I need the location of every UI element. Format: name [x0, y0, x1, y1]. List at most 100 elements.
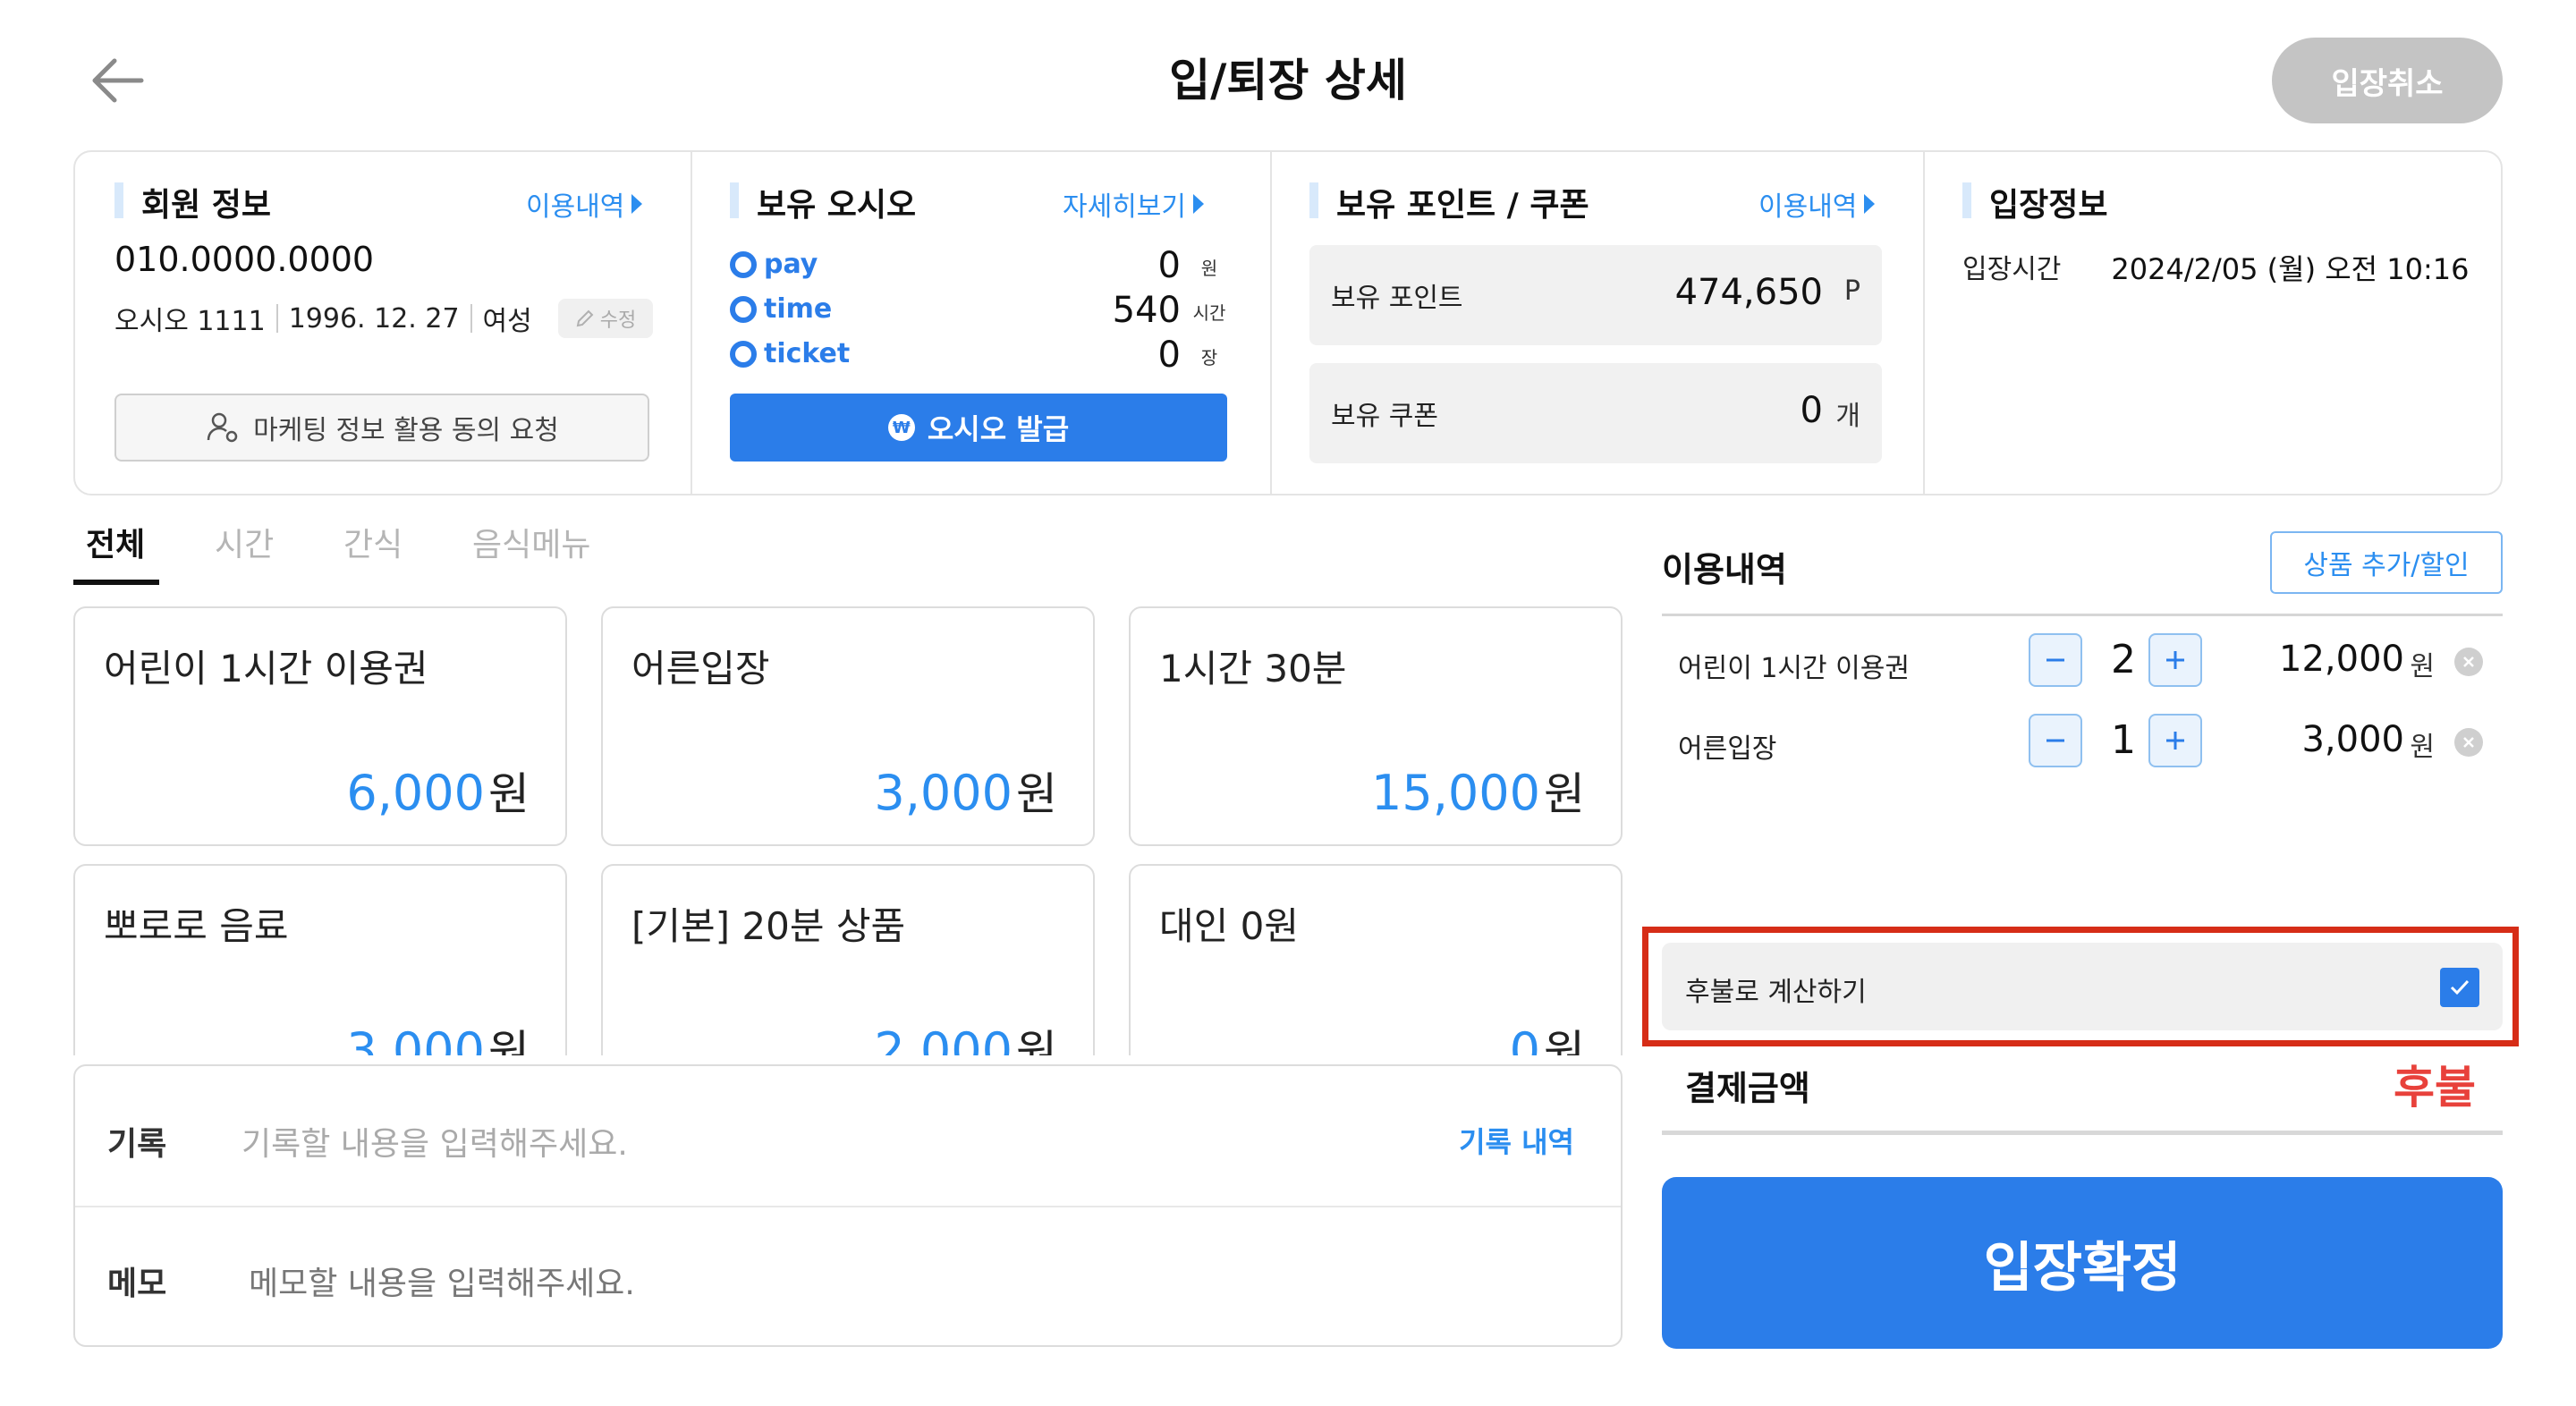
points-section: 보유 포인트 / 쿠폰 이용내역 보유 포인트 474,650 P 보유 쿠폰 … [1270, 152, 1923, 494]
payment-divider [1662, 1131, 2503, 1135]
info-panel: 회원 정보 이용내역 010.0000.0000 오시오 1111 1996. … [73, 150, 2503, 495]
triangle-right-icon [1864, 194, 1876, 214]
record-history-link[interactable]: 기록 내역 [1459, 1120, 1574, 1161]
product-name: 뽀로로 음료 [104, 904, 289, 948]
point-unit: P [1843, 275, 1860, 307]
product-price: 3,000 [346, 1022, 485, 1055]
product-card[interactable]: 대인 0원 0원 [1129, 864, 1623, 1055]
tab-time[interactable]: 시간 [215, 519, 274, 565]
add-discount-button[interactable]: 상품 추가/할인 [2270, 531, 2503, 594]
triangle-right-icon [1193, 194, 1204, 214]
usage-title: 이용내역 [1662, 550, 1787, 589]
product-unit: 원 [1544, 768, 1585, 820]
ring-icon [730, 295, 757, 323]
product-name: 1시간 30분 [1159, 647, 1347, 690]
marketing-consent-button[interactable]: 마케팅 정보 활용 동의 요청 [114, 394, 649, 462]
product-unit: 원 [1016, 1026, 1057, 1055]
increase-button[interactable] [2148, 633, 2202, 687]
separator [275, 304, 278, 333]
decrease-button[interactable] [2029, 714, 2082, 767]
product-name: 어른입장 [631, 647, 770, 690]
minus-icon [2046, 739, 2064, 742]
point-box: 보유 포인트 474,650 P [1309, 245, 1882, 345]
cancel-entry-button[interactable]: 입장취소 [2272, 38, 2503, 123]
oasis-pay-value: 0 [1157, 245, 1181, 286]
product-unit: 원 [488, 768, 530, 820]
coupon-unit: 개 [1835, 401, 1860, 432]
member-info-title: 회원 정보 [114, 179, 271, 225]
product-name: 대인 0원 [1159, 904, 1299, 948]
product-unit: 원 [1016, 768, 1057, 820]
plus-icon [2166, 732, 2184, 750]
oasis-pay-row: pay 0 원 [730, 245, 1231, 290]
point-value: 474,650 [1674, 272, 1823, 313]
memo-label: 메모 [107, 1266, 167, 1302]
entry-time-row: 입장시간 2024/2/05 (월) 오전 10:16 [1962, 247, 2470, 288]
decrease-button[interactable] [2029, 633, 2082, 687]
won-icon: ₩ [887, 414, 915, 441]
oasis-ticket-unit: 장 [1200, 347, 1218, 368]
product-name: [기본] 20분 상품 [631, 904, 906, 948]
oasis-ticket-row: ticket 0 장 [730, 335, 1231, 379]
usage-item-unit: 원 [2410, 651, 2435, 682]
record-input[interactable]: 기록할 내용을 입력해주세요. [242, 1118, 628, 1165]
entry-time-value: 2024/2/05 (월) 오전 10:16 [2111, 252, 2470, 286]
triangle-right-icon [631, 194, 643, 214]
product-card[interactable]: 1시간 30분 15,000 원 [1129, 606, 1623, 846]
remove-item-icon[interactable] [2454, 728, 2483, 757]
product-price: 0 [1509, 1022, 1540, 1055]
payment-amount-value: 후불 [2394, 1062, 2476, 1114]
oasis-pay-unit: 원 [1200, 258, 1218, 279]
point-label: 보유 포인트 [1331, 283, 1463, 314]
edit-member-button[interactable]: 수정 [558, 299, 653, 338]
product-grid[interactable]: 어린이 1시간 이용권 6,000 원 어른입장 3,000 원 1시간 30분 1… [73, 606, 1623, 1055]
tab-all[interactable]: 전체 [86, 519, 145, 565]
member-usage-link[interactable]: 이용내역 [526, 184, 643, 224]
confirm-entry-button[interactable]: 입장확정 [1662, 1177, 2503, 1349]
deferred-payment-label: 후불로 계산하기 [1685, 977, 1867, 1008]
tab-snack[interactable]: 간식 [343, 519, 402, 565]
issue-oasis-button[interactable]: ₩ 오시오 발급 [730, 394, 1227, 462]
memo-input[interactable]: 메모할 내용을 입력해주세요. [249, 1258, 635, 1304]
oasis-ticket-label: ticket [764, 338, 851, 369]
marketing-consent-label: 마케팅 정보 활용 동의 요청 [253, 415, 559, 446]
entry-section: 입장정보 입장시간 2024/2/05 (월) 오전 10:16 [1923, 152, 2504, 494]
deferred-payment-checkbox[interactable] [2440, 968, 2479, 1007]
deferred-payment-row[interactable]: 후불로 계산하기 [1662, 943, 2503, 1030]
coupon-box: 보유 쿠폰 0 개 [1309, 363, 1882, 463]
tab-food-menu[interactable]: 음식메뉴 [472, 519, 590, 565]
pencil-icon [576, 309, 594, 327]
oasis-time-value: 540 [1112, 290, 1181, 331]
entry-time-label: 입장시간 [1962, 254, 2062, 285]
product-card[interactable]: 어른입장 3,000 원 [601, 606, 1095, 846]
oasis-detail-link[interactable]: 자세히보기 [1063, 184, 1204, 224]
remove-item-icon[interactable] [2454, 648, 2483, 676]
member-birth: 1996. 12. 27 [288, 302, 460, 335]
tab-active-indicator [73, 580, 159, 585]
oasis-section: 보유 오시오 자세히보기 pay 0 원 time 540 시간 ticket … [691, 152, 1270, 494]
coupon-label: 보유 쿠폰 [1331, 401, 1438, 432]
product-price: 3,000 [874, 765, 1013, 821]
separator [470, 304, 472, 333]
usage-row: 어린이 1시간 이용권 2 12,000 원 [1662, 633, 2503, 690]
product-card[interactable]: 뽀로로 음료 3,000 원 [73, 864, 567, 1055]
product-unit: 원 [1544, 1026, 1585, 1055]
usage-item-unit: 원 [2410, 732, 2435, 763]
user-settings-icon [207, 412, 238, 443]
product-price: 2,000 [874, 1022, 1013, 1055]
oasis-pay-label: pay [764, 249, 818, 280]
increase-button[interactable] [2148, 714, 2202, 767]
record-label: 기록 [107, 1126, 167, 1163]
product-card[interactable]: 어린이 1시간 이용권 6,000 원 [73, 606, 567, 846]
coupon-value: 0 [1800, 390, 1823, 431]
entry-title: 입장정보 [1962, 179, 2107, 225]
product-name: 어린이 1시간 이용권 [104, 647, 428, 690]
member-name: 오시오 1111 [114, 306, 266, 337]
points-title: 보유 포인트 / 쿠폰 [1309, 179, 1589, 225]
oasis-title: 보유 오시오 [730, 179, 916, 225]
memo-box: 기록 기록할 내용을 입력해주세요. 기록 내역 메모 메모할 내용을 입력해주… [73, 1064, 1623, 1347]
oasis-detail-link-label: 자세히보기 [1063, 191, 1186, 223]
memo-divider [75, 1206, 1621, 1207]
product-card[interactable]: [기본] 20분 상품 2,000 원 [601, 864, 1095, 1055]
points-usage-link[interactable]: 이용내역 [1758, 184, 1876, 224]
